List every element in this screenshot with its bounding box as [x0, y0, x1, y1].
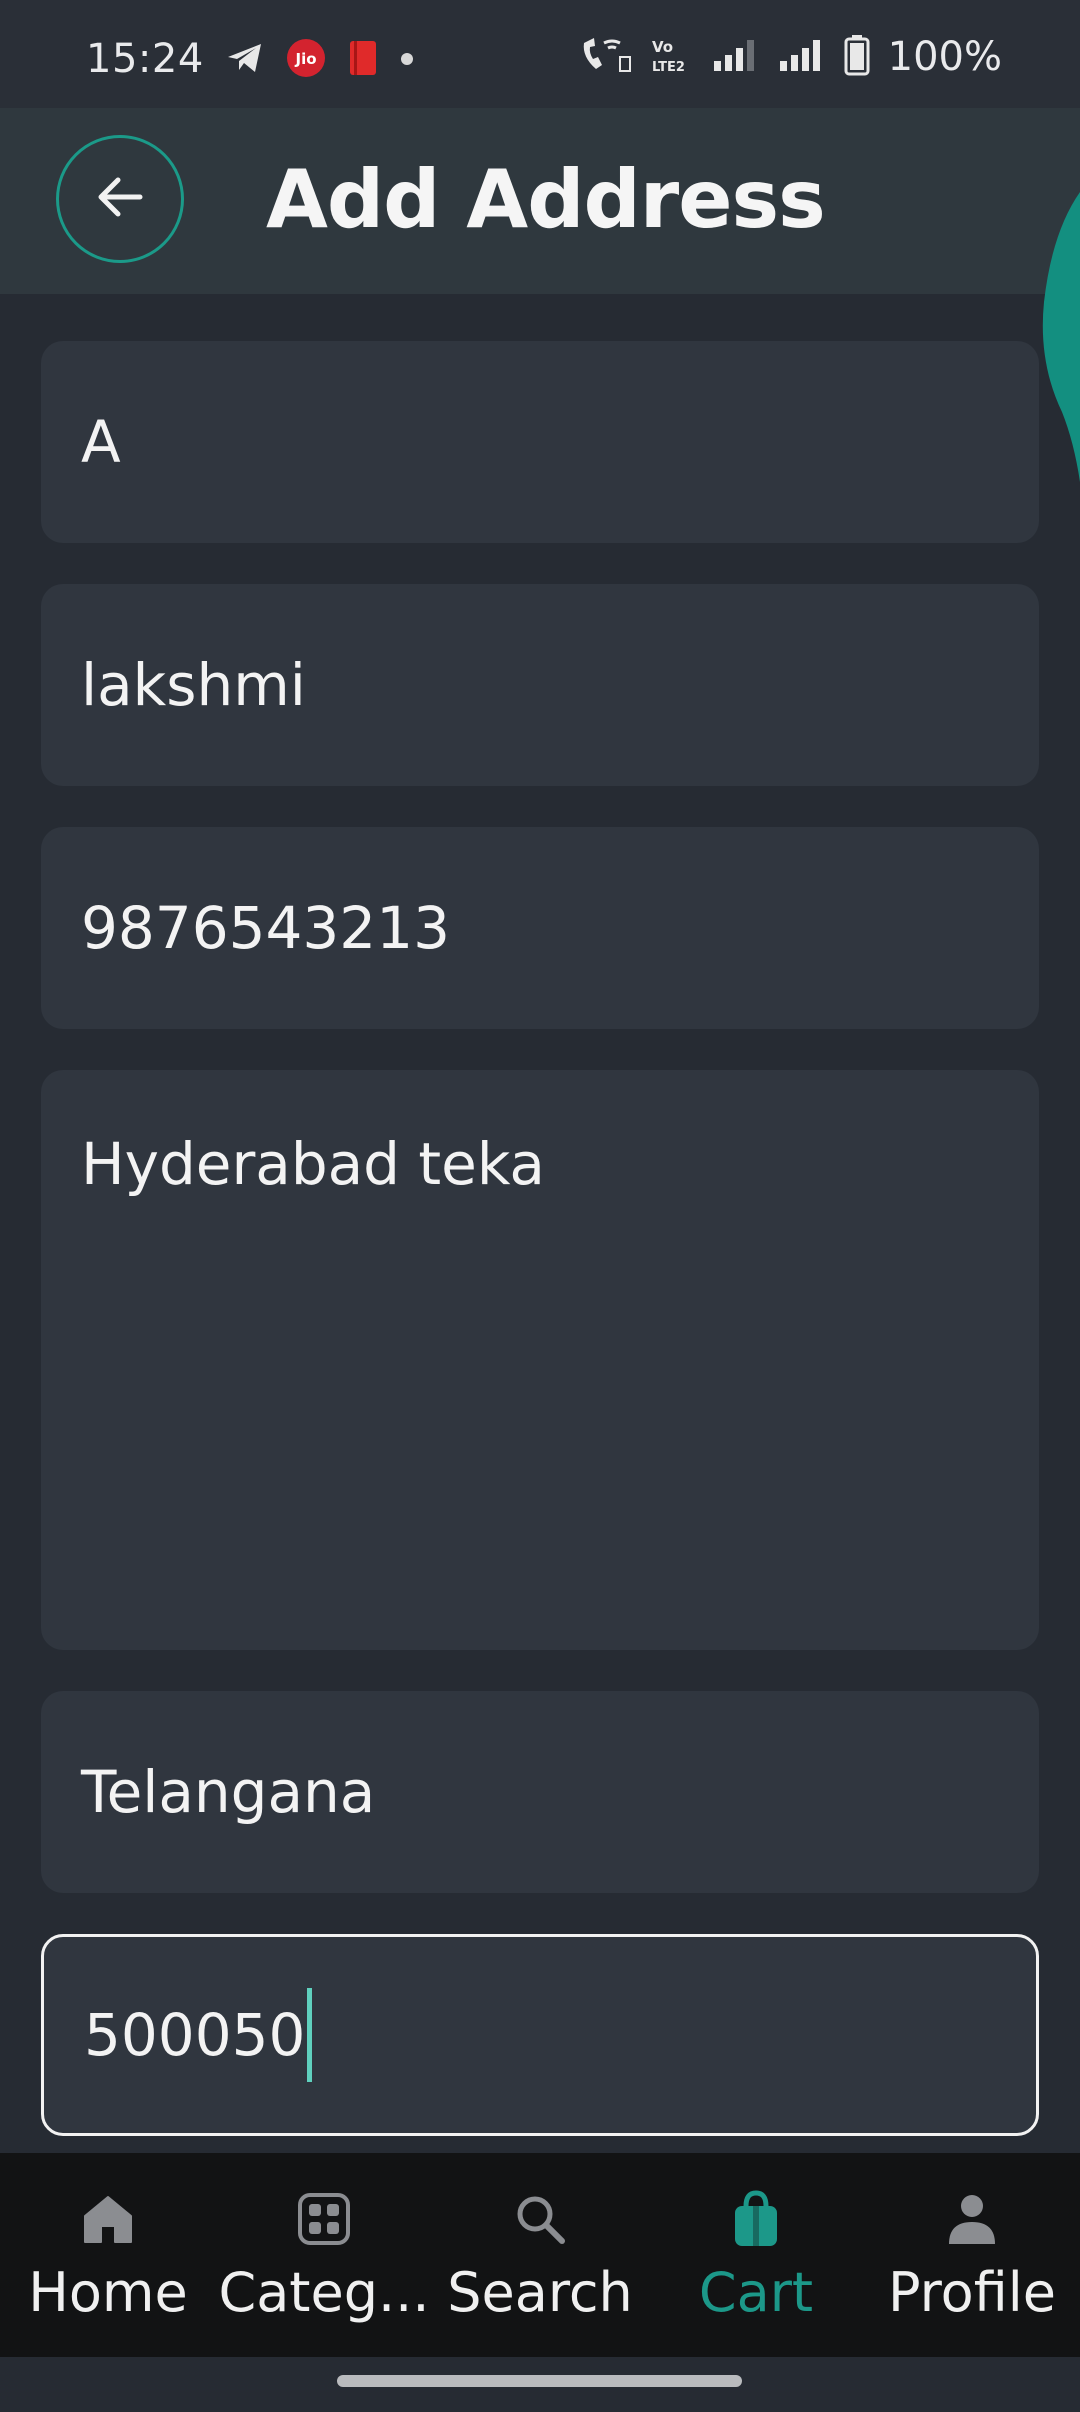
arrow-left-icon	[96, 175, 144, 223]
status-bar: 15:24 Jio Vo LTE2 100%	[0, 0, 1080, 108]
field-value: Telangana	[81, 1758, 376, 1826]
profile-icon	[942, 2189, 1002, 2249]
svg-text:Vo: Vo	[652, 38, 673, 56]
nav-item-profile[interactable]: Profile	[864, 2153, 1080, 2324]
status-right: Vo LTE2 100%	[578, 34, 1002, 80]
status-left-icons: Jio	[226, 38, 414, 82]
search-icon	[510, 2189, 570, 2249]
status-time: 15:24	[86, 36, 204, 82]
cart-icon	[726, 2189, 786, 2249]
nav-label: Cart	[698, 2261, 814, 2324]
categories-icon	[294, 2189, 354, 2249]
address-type-field[interactable]: A	[41, 341, 1039, 543]
field-value: lakshmi	[81, 651, 306, 719]
nav-item-home[interactable]: Home	[0, 2153, 216, 2324]
svg-text:LTE2: LTE2	[652, 60, 685, 75]
telegram-icon	[226, 41, 264, 79]
gesture-handle[interactable]	[337, 2375, 742, 2387]
back-button[interactable]	[56, 135, 184, 263]
decorative-wave	[1042, 192, 1080, 482]
text-cursor	[307, 1988, 313, 2082]
page-title: Add Address	[266, 153, 826, 246]
signal-icon	[778, 37, 826, 77]
battery-level: 100%	[887, 34, 1002, 80]
name-field[interactable]: lakshmi	[41, 584, 1039, 786]
nav-item-categories[interactable]: Categ...	[216, 2153, 432, 2324]
battery-icon	[844, 34, 870, 80]
red-app-icon	[348, 40, 378, 80]
dot-icon	[400, 51, 414, 70]
field-value: 500050	[84, 2001, 306, 2069]
jio-icon: Jio	[286, 38, 326, 82]
phone-field[interactable]: 9876543213	[41, 827, 1039, 1029]
bottom-navigation: Home Categ... Search Cart Profile	[0, 2153, 1080, 2357]
state-field[interactable]: Telangana	[41, 1691, 1039, 1893]
field-value: A	[81, 408, 121, 476]
gesture-area	[0, 2357, 1080, 2412]
field-value: Hyderabad teka	[81, 1130, 545, 1198]
pincode-field[interactable]: 500050	[41, 1934, 1039, 2136]
svg-text:Jio: Jio	[294, 50, 316, 68]
field-value: 9876543213	[81, 894, 451, 962]
nav-label: Home	[28, 2261, 188, 2324]
address-textarea[interactable]: Hyderabad teka	[41, 1070, 1039, 1650]
wifi-call-icon	[578, 35, 632, 79]
nav-label: Categ...	[218, 2261, 430, 2324]
header: Add Address	[0, 108, 1080, 294]
nav-label: Search	[447, 2261, 633, 2324]
nav-label: Profile	[888, 2261, 1056, 2324]
signal-icon	[712, 37, 760, 77]
home-icon	[78, 2189, 138, 2249]
nav-item-search[interactable]: Search	[432, 2153, 648, 2324]
volte-icon: Vo LTE2	[650, 35, 694, 79]
nav-item-cart[interactable]: Cart	[648, 2153, 864, 2324]
